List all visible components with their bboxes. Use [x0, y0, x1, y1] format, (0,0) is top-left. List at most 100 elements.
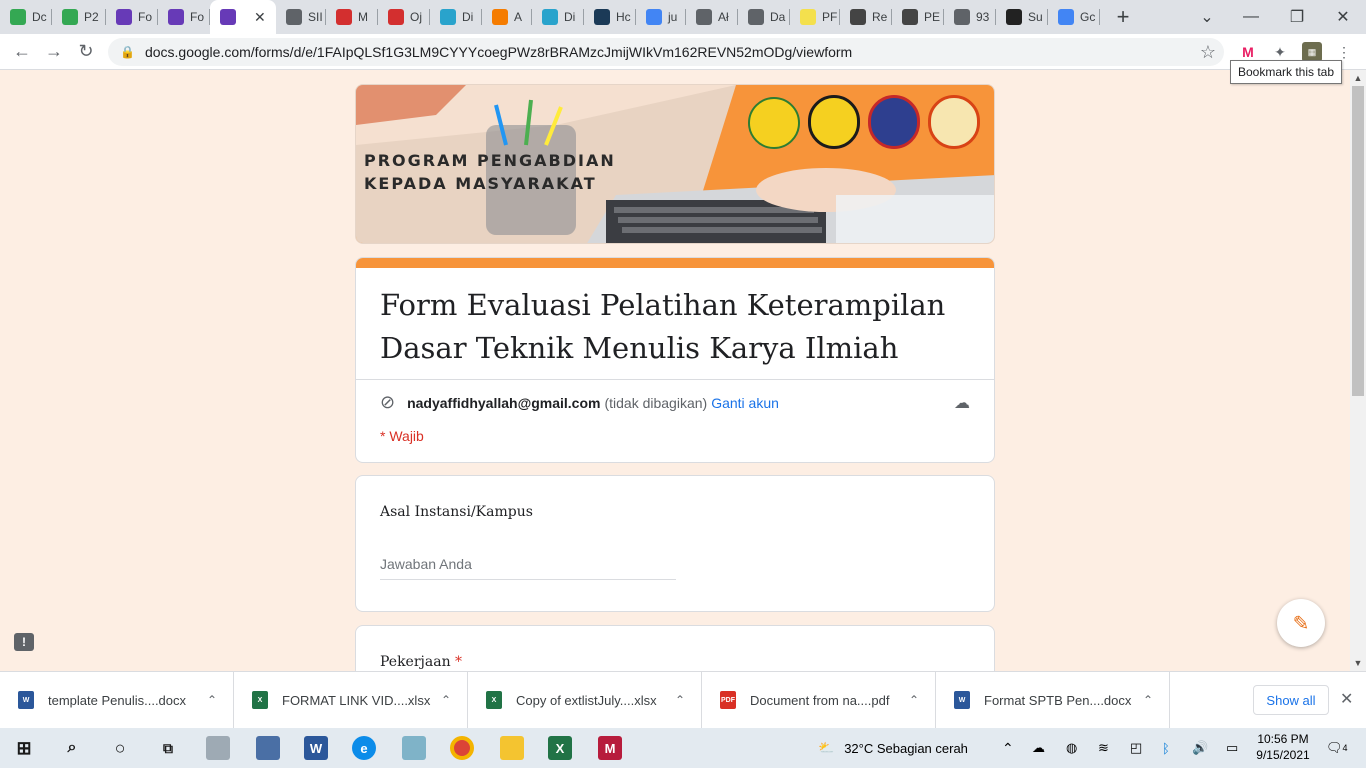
- forward-arrow-icon[interactable]: →: [38, 36, 70, 68]
- excel-app-icon[interactable]: X: [548, 736, 572, 760]
- scanner-app-icon[interactable]: [206, 736, 230, 760]
- tab-title: PE: [924, 10, 941, 24]
- account-row: ⊘ nadyaffidhyallah@gmail.com (tidak diba…: [380, 392, 779, 413]
- extensions-puzzle-icon[interactable]: ✦: [1270, 42, 1290, 62]
- maximize-button[interactable]: ❐: [1282, 0, 1312, 34]
- minimize-button[interactable]: —: [1236, 0, 1266, 34]
- scroll-down-icon[interactable]: ▼: [1350, 655, 1366, 671]
- toolbar: ← → ↻ 🔒 docs.google.com/forms/d/e/1FAIpQ…: [0, 34, 1366, 70]
- tab-search-icon[interactable]: ⌄: [1192, 0, 1222, 34]
- browser-tab[interactable]: Dc: [0, 0, 52, 34]
- tab-title: ju: [668, 10, 678, 24]
- chevron-up-icon[interactable]: ⌃: [441, 693, 451, 707]
- chevron-up-icon[interactable]: ⌃: [909, 693, 919, 707]
- reload-icon[interactable]: ↻: [70, 36, 102, 68]
- browser-tab[interactable]: ✕: [210, 0, 276, 34]
- file-explorer-icon[interactable]: [500, 736, 524, 760]
- question-label: Pekerjaan *: [380, 654, 462, 670]
- tab-title: 93: [976, 10, 990, 24]
- mendeley-app-icon[interactable]: M: [598, 736, 622, 760]
- account-email: nadyaffidhyallah@gmail.com: [407, 394, 601, 411]
- browser-tab[interactable]: P2: [52, 0, 106, 34]
- scroll-up-icon[interactable]: ▲: [1350, 70, 1366, 86]
- download-item[interactable]: PDF Document from na....pdf ⌃: [702, 671, 936, 729]
- browser-tab[interactable]: Su: [996, 0, 1048, 34]
- download-item[interactable]: Wtemplate Penulis....docx ⌃: [0, 671, 234, 729]
- university-logo-1: [748, 97, 800, 149]
- browser-tab[interactable]: Hc: [584, 0, 636, 34]
- browser-tab[interactable]: ju: [636, 0, 686, 34]
- volume-icon[interactable]: 🔊: [1192, 728, 1208, 768]
- task-view-icon[interactable]: ⧉: [156, 736, 180, 760]
- chrome-app-icon[interactable]: [450, 736, 474, 760]
- browser-tab[interactable]: PE: [892, 0, 944, 34]
- onedrive-icon[interactable]: ☁: [1032, 728, 1045, 768]
- battery-icon[interactable]: ▭: [1226, 728, 1238, 768]
- show-hidden-icons[interactable]: ⌃: [1002, 728, 1014, 768]
- answer-input[interactable]: Jawaban Anda: [380, 556, 676, 580]
- network-app-icon[interactable]: [256, 736, 280, 760]
- system-clock[interactable]: 10:56 PM 9/15/2021: [1250, 731, 1316, 763]
- notifications-icon[interactable]: 🗨 4: [1326, 728, 1348, 768]
- new-tab-button[interactable]: +: [1108, 4, 1138, 30]
- search-icon[interactable]: ⌕: [60, 736, 84, 760]
- close-window-button[interactable]: ✕: [1328, 0, 1358, 34]
- profile-avatar[interactable]: ▦: [1302, 42, 1322, 62]
- browser-tab[interactable]: Re: [840, 0, 892, 34]
- switch-account-link[interactable]: Ganti akun: [711, 395, 779, 411]
- browser-tab[interactable]: 93: [944, 0, 996, 34]
- question-card-institution: Asal Instansi/Kampus Jawaban Anda: [355, 475, 995, 612]
- network-status-icon[interactable]: ◍: [1066, 728, 1077, 768]
- browser-tab[interactable]: Da: [738, 0, 790, 34]
- menu-kebab-icon[interactable]: ⋮: [1334, 42, 1354, 62]
- browser-tab[interactable]: Fo: [158, 0, 210, 34]
- report-problem-icon[interactable]: !: [14, 633, 34, 651]
- page-content: PROGRAM PENGABDIAN KEPADA MASYARAKAT For…: [0, 70, 1350, 671]
- url-text[interactable]: docs.google.com/forms/d/e/1FAIpQLSf1G3LM…: [145, 44, 852, 60]
- google-forms-icon: [220, 9, 236, 25]
- answer-placeholder[interactable]: Jawaban Anda: [380, 556, 472, 572]
- tab-title: Re: [872, 10, 888, 24]
- browser-tab[interactable]: M: [326, 0, 378, 34]
- chevron-up-icon[interactable]: ⌃: [675, 693, 685, 707]
- address-bar[interactable]: 🔒 docs.google.com/forms/d/e/1FAIpQLSf1G3…: [108, 38, 1224, 66]
- windows-start-icon[interactable]: ⊞: [12, 736, 36, 760]
- banner-title-line2: KEPADA MASYARAKAT: [364, 174, 597, 193]
- show-all-button[interactable]: Show all: [1253, 685, 1329, 715]
- browser-tab[interactable]: Di: [430, 0, 482, 34]
- download-item[interactable]: X FORMAT LINK VID....xlsx ⌃: [234, 671, 468, 729]
- close-tab-icon[interactable]: ✕: [254, 9, 266, 26]
- chevron-up-icon[interactable]: ⌃: [1143, 693, 1153, 707]
- back-arrow-icon[interactable]: ←: [6, 36, 38, 68]
- pdf-file-icon: PDF: [720, 691, 736, 709]
- chevron-up-icon[interactable]: ⌃: [207, 693, 217, 707]
- meet-now-icon[interactable]: ◰: [1130, 728, 1142, 768]
- cortana-icon[interactable]: ○: [108, 736, 132, 760]
- download-filename: Document from na....pdf: [750, 692, 890, 708]
- browser-tab[interactable]: Oj: [378, 0, 430, 34]
- wifi-icon[interactable]: ≋: [1098, 728, 1109, 768]
- download-item[interactable]: W Format SPTB Pen....docx ⌃: [936, 671, 1170, 729]
- bookmark-star-icon[interactable]: ☆: [1200, 42, 1216, 63]
- browser-tab[interactable]: Gc: [1048, 0, 1100, 34]
- lock-icon[interactable]: 🔒: [120, 45, 135, 59]
- browser-tab[interactable]: SII: [276, 0, 326, 34]
- browser-tab[interactable]: PF: [790, 0, 840, 34]
- browser-tab[interactable]: Fo: [106, 0, 158, 34]
- edit-pencil-button[interactable]: ✎: [1277, 599, 1325, 647]
- browser-tab[interactable]: A: [482, 0, 532, 34]
- banner-title-line1: PROGRAM PENGABDIAN: [364, 151, 616, 170]
- scrollbar-thumb[interactable]: [1352, 86, 1364, 396]
- globe-icon: [696, 9, 712, 25]
- page-scrollbar[interactable]: ▲ ▼: [1350, 70, 1366, 671]
- download-item[interactable]: X Copy of extlistJuly....xlsx ⌃: [468, 671, 702, 729]
- weather-widget[interactable]: ⛅ 32°C Sebagian cerah: [818, 728, 968, 768]
- mendeley-extension-icon[interactable]: M: [1238, 42, 1258, 62]
- close-downloads-icon[interactable]: ✕: [1340, 689, 1353, 709]
- bluetooth-icon[interactable]: ᛒ: [1162, 728, 1170, 768]
- app-icon[interactable]: [402, 736, 426, 760]
- browser-tab[interactable]: Di: [532, 0, 584, 34]
- edge-app-icon[interactable]: e: [352, 736, 376, 760]
- word-app-icon[interactable]: W: [304, 736, 328, 760]
- browser-tab[interactable]: Ał: [686, 0, 738, 34]
